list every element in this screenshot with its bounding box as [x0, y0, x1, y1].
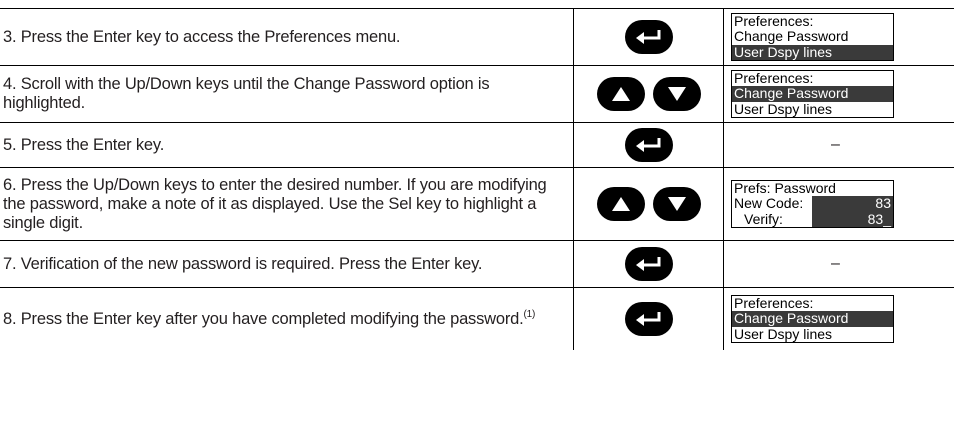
up-arrow-key-icon	[596, 77, 645, 111]
lcd-display: Preferences: Change Password User Dspy l…	[731, 12, 894, 62]
lcd-line-highlighted: User Dspy lines	[732, 44, 893, 61]
table-row: 6. Press the Up/Down keys to enter the d…	[0, 167, 954, 240]
lcd-line: User Dspy lines	[734, 100, 833, 117]
lcd-verify-row: Verify: 83_	[732, 210, 893, 228]
lcd-display: Preferences: Change Password User Dspy l…	[731, 69, 894, 119]
step-text-label: 3. Press the Enter key to access the Pre…	[3, 27, 401, 46]
lcd-new-code-row: New Code: 83	[732, 196, 893, 212]
verify-label: Verify:	[744, 210, 783, 227]
step-text: 7. Verification of the new password is r…	[0, 241, 573, 287]
step-text: 8. Press the Enter key after you have co…	[0, 288, 573, 350]
key-cell	[573, 241, 723, 287]
key-cell	[573, 66, 723, 122]
down-arrow-key-icon	[652, 77, 701, 111]
step-text-label: 8. Press the Enter key after you have co…	[3, 308, 536, 329]
lcd-line-highlighted: Change Password	[732, 86, 893, 102]
display-cell: Preferences: Change Password User Dspy l…	[723, 288, 954, 350]
lcd-line: Change Password	[734, 28, 849, 45]
footnote-ref: (1)	[523, 308, 536, 320]
display-cell: –	[723, 123, 954, 167]
display-cell: –	[723, 241, 954, 287]
step-text: 3. Press the Enter key to access the Pre…	[0, 9, 573, 65]
lcd-line: Preferences:	[734, 12, 814, 29]
procedure-table: 3. Press the Enter key to access the Pre…	[0, 8, 954, 350]
table-row: 4. Scroll with the Up/Down keys until th…	[0, 65, 954, 122]
enter-key-icon	[624, 128, 673, 162]
step-text-label: 4. Scroll with the Up/Down keys until th…	[3, 75, 490, 112]
lcd-line: Preferences:	[734, 69, 814, 86]
display-cell: Preferences: Change Password User Dspy l…	[723, 9, 954, 65]
step-text-label: 6. Press the Up/Down keys to enter the d…	[3, 175, 547, 232]
step-text-label: 7. Verification of the new password is r…	[3, 254, 483, 273]
lcd-line-highlighted: Change Password	[732, 311, 893, 327]
step-text: 6. Press the Up/Down keys to enter the d…	[0, 168, 573, 240]
display-cell: Prefs: Password New Code: 83 Verify: 83_	[723, 168, 954, 240]
down-arrow-key-icon	[652, 187, 701, 221]
display-cell: Preferences: Change Password User Dspy l…	[723, 66, 954, 122]
enter-key-icon	[624, 20, 673, 54]
lcd-title: Prefs: Password	[734, 179, 836, 196]
step-text: 5. Press the Enter key.	[0, 123, 573, 167]
up-arrow-key-icon	[596, 187, 645, 221]
lcd-line: User Dspy lines	[734, 325, 833, 342]
key-cell	[573, 288, 723, 350]
table-row: 7. Verification of the new password is r…	[0, 240, 954, 287]
key-cell	[573, 123, 723, 167]
table-row: 3. Press the Enter key to access the Pre…	[0, 8, 954, 65]
step-text-body: 8. Press the Enter key after you have co…	[3, 309, 524, 328]
new-code-label: New Code:	[734, 195, 804, 212]
key-cell	[573, 9, 723, 65]
step-text: 4. Scroll with the Up/Down keys until th…	[0, 66, 573, 122]
no-display-dash: –	[831, 136, 840, 153]
new-code-value: 83	[809, 196, 893, 212]
table-row: 8. Press the Enter key after you have co…	[0, 287, 954, 350]
enter-key-icon	[624, 302, 673, 336]
verify-value: 83_	[809, 211, 893, 228]
enter-key-icon	[624, 247, 673, 281]
lcd-display: Preferences: Change Password User Dspy l…	[731, 294, 894, 344]
lcd-line: Preferences:	[734, 294, 814, 311]
lcd-display: Prefs: Password New Code: 83 Verify: 83_	[731, 179, 894, 229]
no-display-dash: –	[831, 255, 840, 272]
table-row: 5. Press the Enter key. –	[0, 122, 954, 167]
step-text-label: 5. Press the Enter key.	[3, 135, 165, 154]
key-cell	[573, 168, 723, 240]
